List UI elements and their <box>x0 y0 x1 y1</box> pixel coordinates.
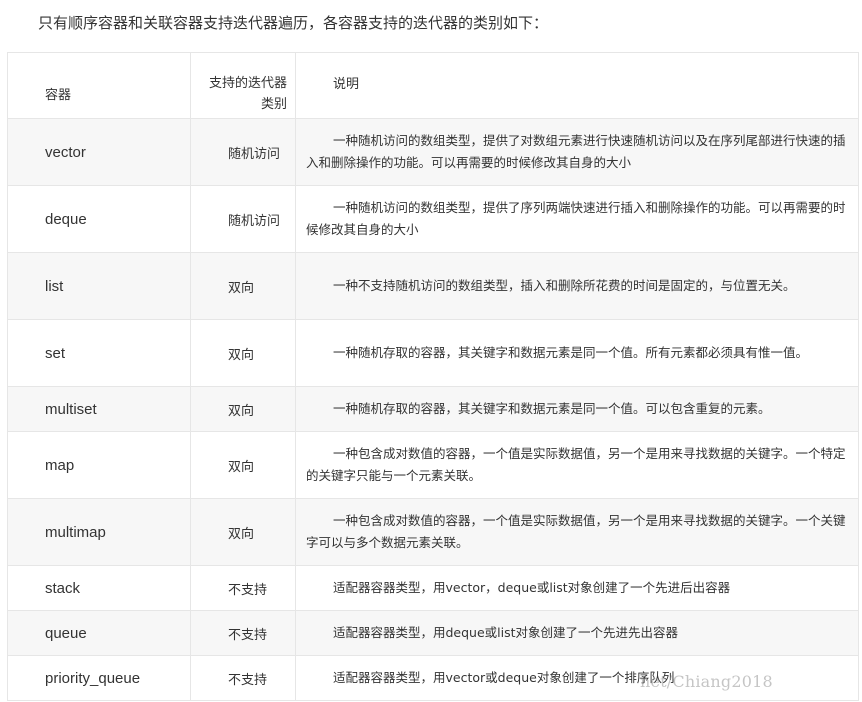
iterator-type: 双向 <box>190 386 296 432</box>
container-name: list <box>7 252 191 320</box>
header-container: 容器 <box>7 52 191 119</box>
header-iterator: 支持的迭代器类别 <box>190 52 296 119</box>
table-row: stack 不支持 适配器容器类型，用vector，deque或list对象创建… <box>7 565 859 611</box>
container-description: 适配器容器类型，用deque或list对象创建了一个先进先出容器 <box>295 610 859 656</box>
table-row: vector 随机访问 一种随机访问的数组类型，提供了对数组元素进行快速随机访问… <box>7 118 859 186</box>
table-row: multiset 双向 一种随机存取的容器，其关键字和数据元素是同一个值。可以包… <box>7 386 859 432</box>
iterator-type: 双向 <box>190 498 296 566</box>
container-description: 一种随机访问的数组类型，提供了对数组元素进行快速随机访问以及在序列尾部进行快速的… <box>295 118 859 186</box>
iterator-type: 双向 <box>190 319 296 387</box>
intro-paragraph: 只有顺序容器和关联容器支持迭代器遍历，各容器支持的迭代器的类别如下： <box>38 14 549 32</box>
iterator-type: 不支持 <box>190 565 296 611</box>
container-name: vector <box>7 118 191 186</box>
watermark: net/Chiang2018 <box>640 672 773 691</box>
iterator-type: 随机访问 <box>190 185 296 253</box>
container-name: deque <box>7 185 191 253</box>
container-description: 适配器容器类型，用vector或deque对象创建了一个排序队列 <box>295 655 859 701</box>
container-description: 一种不支持随机访问的数组类型，插入和删除所花费的时间是固定的，与位置无关。 <box>295 252 859 320</box>
table-header-row: 容器 支持的迭代器类别 说明 <box>7 52 859 119</box>
iterator-type: 不支持 <box>190 655 296 701</box>
iterator-type: 随机访问 <box>190 118 296 186</box>
container-name: stack <box>7 565 191 611</box>
table-row: queue 不支持 适配器容器类型，用deque或list对象创建了一个先进先出… <box>7 610 859 656</box>
container-iterator-table: 容器 支持的迭代器类别 说明 vector 随机访问 一种随机访问的数组类型，提… <box>7 52 859 701</box>
container-name: map <box>7 431 191 499</box>
container-name: queue <box>7 610 191 656</box>
header-description: 说明 <box>295 52 859 119</box>
container-description: 一种随机访问的数组类型，提供了序列两端快速进行插入和删除操作的功能。可以再需要的… <box>295 185 859 253</box>
container-name: priority_queue <box>7 655 191 701</box>
iterator-type: 双向 <box>190 252 296 320</box>
table-row: multimap 双向 一种包含成对数值的容器，一个值是实际数据值，另一个是用来… <box>7 498 859 566</box>
container-description: 一种包含成对数值的容器，一个值是实际数据值，另一个是用来寻找数据的关键字。一个特… <box>295 431 859 499</box>
table-row: deque 随机访问 一种随机访问的数组类型，提供了序列两端快速进行插入和删除操… <box>7 185 859 253</box>
table-row: map 双向 一种包含成对数值的容器，一个值是实际数据值，另一个是用来寻找数据的… <box>7 431 859 499</box>
container-description: 一种包含成对数值的容器，一个值是实际数据值，另一个是用来寻找数据的关键字。一个关… <box>295 498 859 566</box>
container-description: 适配器容器类型，用vector，deque或list对象创建了一个先进后出容器 <box>295 565 859 611</box>
container-description: 一种随机存取的容器，其关键字和数据元素是同一个值。所有元素都必须具有惟一值。 <box>295 319 859 387</box>
container-name: multimap <box>7 498 191 566</box>
iterator-type: 不支持 <box>190 610 296 656</box>
table-row: list 双向 一种不支持随机访问的数组类型，插入和删除所花费的时间是固定的，与… <box>7 252 859 320</box>
container-description: 一种随机存取的容器，其关键字和数据元素是同一个值。可以包含重复的元素。 <box>295 386 859 432</box>
iterator-type: 双向 <box>190 431 296 499</box>
table-row: set 双向 一种随机存取的容器，其关键字和数据元素是同一个值。所有元素都必须具… <box>7 319 859 387</box>
container-name: multiset <box>7 386 191 432</box>
container-name: set <box>7 319 191 387</box>
